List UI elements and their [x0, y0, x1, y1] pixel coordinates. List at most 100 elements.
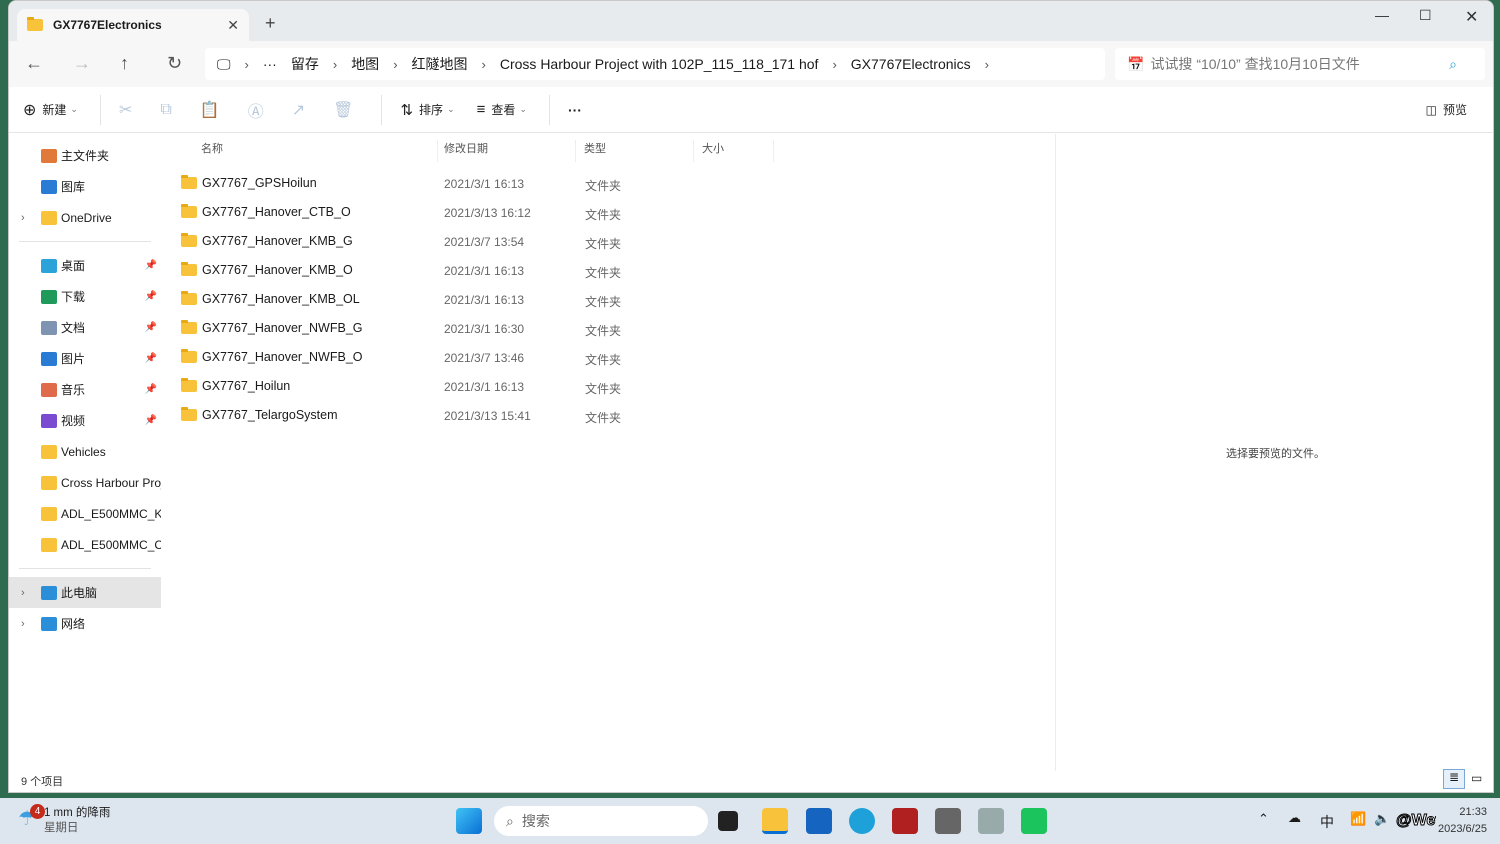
- task-view-icon[interactable]: [718, 811, 738, 831]
- sidebar-item[interactable]: Vehicles: [9, 436, 161, 467]
- file-row[interactable]: GX7767_Hanover_KMB_O 2021/3/1 16:13 文件夹: [181, 255, 1041, 284]
- file-type: 文件夹: [585, 353, 622, 367]
- onedrive-icon[interactable]: ☁: [1288, 810, 1301, 826]
- sort-label: 排序: [419, 103, 444, 117]
- file-row[interactable]: GX7767_Hoilun 2021/3/1 16:13 文件夹: [181, 371, 1041, 400]
- wechat-icon[interactable]: [1021, 808, 1047, 834]
- location-icon: [41, 179, 57, 194]
- search-input[interactable]: 📅 试试搜 “10/10” 查找10月10日文件 ⌕: [1115, 48, 1485, 80]
- computer-icon[interactable]: 🖵: [217, 56, 231, 73]
- sidebar-item-label: 下载: [61, 290, 86, 304]
- minimize-button[interactable]: —: [1375, 7, 1389, 23]
- sidebar-item[interactable]: 桌面 📌: [9, 250, 161, 281]
- column-header-type[interactable]: 类型: [576, 140, 694, 162]
- sidebar-item[interactable]: Cross Harbour Project: [9, 467, 161, 498]
- weather-text: 1 mm 的降雨: [43, 807, 111, 819]
- column-header-date[interactable]: 修改日期: [436, 140, 576, 162]
- column-header-name[interactable]: 名称: [193, 140, 438, 162]
- new-label: 新建: [42, 103, 67, 117]
- maximize-button[interactable]: ☐: [1419, 7, 1432, 24]
- folder-icon: [41, 475, 57, 490]
- paste-icon[interactable]: 📋: [200, 100, 220, 120]
- folder-icon: [181, 175, 197, 189]
- sidebar-item[interactable]: ADL_E500MMC_C: [9, 529, 161, 560]
- sidebar-item[interactable]: › 网络: [9, 608, 161, 639]
- sidebar-item-label: Vehicles: [61, 444, 106, 459]
- sidebar-item[interactable]: 图片 📌: [9, 343, 161, 374]
- forward-button[interactable]: →: [73, 53, 91, 74]
- sidebar-item[interactable]: › OneDrive: [9, 202, 161, 233]
- new-tab-button[interactable]: +: [265, 13, 276, 34]
- close-window-button[interactable]: ✕: [1465, 7, 1478, 27]
- microsoft-store-icon[interactable]: [806, 808, 832, 834]
- delete-icon[interactable]: 🗑: [333, 100, 353, 120]
- breadcrumb-item[interactable]: Cross Harbour Project with 102P_115_118_…: [500, 56, 819, 72]
- file-row[interactable]: GX7767_TelargoSystem 2021/3/13 15:41 文件夹: [181, 400, 1041, 429]
- file-row[interactable]: GX7767_Hanover_NWFB_O 2021/3/7 13:46 文件夹: [181, 342, 1041, 371]
- preview-pane-icon: ◫: [1425, 102, 1437, 117]
- edge-icon[interactable]: [849, 808, 875, 834]
- file-type: 文件夹: [585, 237, 622, 251]
- view-button[interactable]: ≡ 查看 ⌄: [477, 101, 527, 118]
- volume-icon[interactable]: 🔈: [1374, 811, 1390, 827]
- search-icon[interactable]: ⌕: [1449, 56, 1457, 73]
- file-name: GX7767_TelargoSystem: [202, 408, 338, 422]
- sidebar-item[interactable]: 音乐 📌: [9, 374, 161, 405]
- share-icon[interactable]: ↗: [292, 100, 305, 120]
- sidebar-item[interactable]: › 此电脑: [9, 577, 161, 608]
- new-button[interactable]: ⊕ 新建 ⌄: [23, 100, 78, 120]
- breadcrumb-item[interactable]: GX7767Electronics: [851, 56, 971, 72]
- tools-icon[interactable]: [978, 808, 1004, 834]
- taskbar: ☂ 4 1 mm 的降雨 星期日 ⌕ 搜索 ⌃ ☁ 中 📶 🔈 @Wefans 21…: [0, 798, 1500, 844]
- refresh-button[interactable]: ↻: [167, 53, 182, 74]
- cut-icon[interactable]: ✂: [119, 100, 132, 120]
- sidebar-item[interactable]: 图库: [9, 171, 161, 202]
- up-button[interactable]: ↑: [120, 53, 129, 74]
- sidebar-item[interactable]: ADL_E500MMC_K: [9, 498, 161, 529]
- show-hidden-icons[interactable]: ⌃: [1258, 811, 1269, 827]
- back-button[interactable]: ←: [25, 53, 43, 74]
- file-row[interactable]: GX7767_Hanover_KMB_OL 2021/3/1 16:13 文件夹: [181, 284, 1041, 313]
- chevron-right-icon[interactable]: ›: [21, 212, 25, 224]
- chevron-right-icon[interactable]: ›: [21, 618, 25, 630]
- column-headers: 名称 修改日期 类型 大小: [171, 134, 1055, 162]
- file-name: GX7767_Hanover_NWFB_O: [202, 350, 363, 364]
- file-row[interactable]: GX7767_Hanover_NWFB_G 2021/3/1 16:30 文件夹: [181, 313, 1041, 342]
- ime-indicator[interactable]: 中: [1320, 812, 1334, 832]
- tiles-view-button[interactable]: ▭: [1471, 771, 1482, 785]
- breadcrumb[interactable]: 🖵 › ··· 留存 › 地图 › 红隧地图 › Cross Harbour Proje…: [205, 48, 1105, 80]
- close-tab-icon[interactable]: ✕: [227, 17, 239, 34]
- sort-button[interactable]: ⇅ 排序 ⌄: [400, 101, 454, 119]
- preview-label: 预览: [1442, 103, 1467, 117]
- app-icon[interactable]: [892, 808, 918, 834]
- rename-icon[interactable]: Ⓐ: [248, 98, 264, 122]
- file-list: 名称 修改日期 类型 大小 GX7767_GPSHoilun 2021/3/1 1…: [171, 134, 1055, 771]
- file-row[interactable]: GX7767_Hanover_CTB_O 2021/3/13 16:12 文件夹: [181, 197, 1041, 226]
- app-icon[interactable]: [935, 808, 961, 834]
- column-header-size[interactable]: 大小: [694, 140, 774, 162]
- overflow-icon[interactable]: ···: [263, 56, 277, 72]
- clock[interactable]: 21:33 2023/6/25: [1436, 804, 1489, 838]
- tab-gx7767electronics[interactable]: GX7767Electronics ✕: [17, 9, 249, 41]
- file-row[interactable]: GX7767_Hanover_KMB_G 2021/3/7 13:54 文件夹: [181, 226, 1041, 255]
- wifi-icon[interactable]: 📶: [1350, 811, 1366, 827]
- file-explorer-icon[interactable]: [762, 808, 788, 834]
- breadcrumb-item[interactable]: 地图: [351, 54, 379, 74]
- pin-icon: 📌: [144, 322, 157, 333]
- sidebar-item[interactable]: 视频 📌: [9, 405, 161, 436]
- start-icon[interactable]: [456, 808, 482, 834]
- taskbar-search[interactable]: ⌕ 搜索: [494, 806, 708, 836]
- sidebar-item[interactable]: 主文件夹: [9, 140, 161, 171]
- chevron-right-icon[interactable]: ›: [21, 587, 25, 599]
- preview-pane: 选择要预览的文件。: [1055, 134, 1493, 771]
- details-view-button[interactable]: ≣: [1443, 769, 1465, 789]
- breadcrumb-item[interactable]: 红隧地图: [412, 54, 468, 74]
- breadcrumb-item[interactable]: 留存: [291, 54, 319, 74]
- weather-widget[interactable]: ☂ 4 1 mm 的降雨 星期日: [18, 804, 111, 836]
- copy-icon[interactable]: ⧉: [160, 101, 171, 119]
- file-row[interactable]: GX7767_GPSHoilun 2021/3/1 16:13 文件夹: [181, 168, 1041, 197]
- more-options-button[interactable]: ···: [568, 102, 582, 118]
- preview-pane-button[interactable]: ◫ 预览: [1426, 101, 1467, 118]
- sidebar-item[interactable]: 下载 📌: [9, 281, 161, 312]
- sidebar-item[interactable]: 文档 📌: [9, 312, 161, 343]
